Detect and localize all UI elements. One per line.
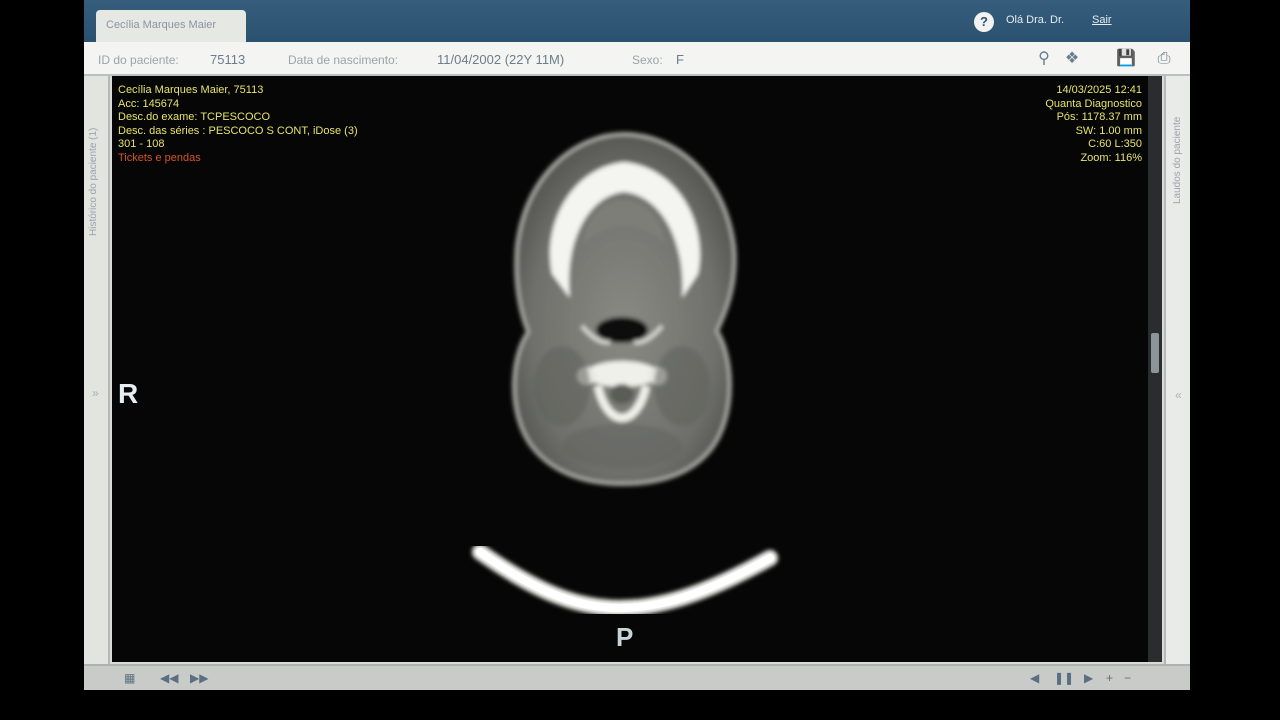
datetime-text: 14/03/2025 12:41: [1056, 84, 1142, 96]
first-slice-icon[interactable]: ◀: [1030, 671, 1039, 685]
search-icon[interactable]: ⚲: [1034, 49, 1054, 69]
next-series-icon[interactable]: ▶▶: [190, 671, 208, 685]
sex-value: F: [676, 52, 684, 67]
orientation-right-marker: R: [118, 378, 139, 409]
logout-link[interactable]: Sair: [1092, 14, 1112, 26]
slice-width-text: SW: 1.00 mm: [1075, 124, 1142, 137]
pause-icon[interactable]: ❚❚: [1054, 671, 1074, 685]
patient-info-bar: ID do paciente: 75113 Data de nascimento…: [84, 42, 1190, 76]
series-description-text: Desc. das séries : PESCOCO S CONT, iDose…: [118, 124, 358, 137]
patient-history-title: Histórico do paciente (1): [88, 127, 99, 236]
patient-id-value: 75113: [210, 52, 246, 67]
bottom-toolbar: ▦ ◀◀ ▶▶ ◀ ❚❚ ▶ + −: [84, 664, 1190, 690]
institution-text: Quanta Diagnostico: [1045, 97, 1142, 110]
window-level-text: C:60 L:350: [1088, 138, 1142, 151]
exam-info-overlay: Cecília Marques Maier, 75113 Acc: 145674…: [118, 84, 358, 166]
image-viewport[interactable]: Cecília Marques Maier, 75113 Acc: 145674…: [112, 76, 1148, 662]
patient-id-label: ID do paciente:: [98, 53, 179, 67]
zoom-text: Zoom: 116%: [1080, 151, 1142, 164]
grid-icon[interactable]: ▦: [124, 671, 135, 685]
patient-history-panel[interactable]: Histórico do paciente (1) »: [84, 76, 110, 664]
slice-scrollbar[interactable]: [1148, 76, 1162, 662]
sex-label: Sexo:: [632, 53, 663, 67]
speed-down-icon[interactable]: −: [1124, 671, 1131, 685]
help-icon[interactable]: ?: [974, 12, 994, 32]
position-text: Pós: 1178.37 mm: [1056, 111, 1142, 124]
top-bar: Cecília Marques Maier ? Olá Dra. Dr. Sai…: [84, 0, 1190, 42]
speed-up-icon[interactable]: +: [1106, 671, 1113, 685]
accession-text: Acc: 145674: [118, 97, 180, 110]
print-icon[interactable]: ⎙: [1154, 49, 1174, 69]
birthdate-label: Data de nascimento:: [288, 53, 399, 67]
fit-icon[interactable]: ❖: [1062, 49, 1082, 69]
image-index-text: 301 - 108: [118, 138, 165, 151]
patient-reports-panel[interactable]: Laudos do paciente «: [1164, 76, 1190, 664]
patient-reports-title: Laudos do paciente: [1172, 116, 1183, 204]
chevron-left-icon[interactable]: «: [1175, 388, 1182, 402]
user-greeting: Olá Dra. Dr.: [1006, 14, 1065, 26]
slice-scrollbar-thumb[interactable]: [1151, 333, 1159, 373]
chevron-right-icon[interactable]: »: [92, 386, 99, 400]
patient-tab[interactable]: Cecília Marques Maier: [96, 10, 246, 42]
save-icon[interactable]: 💾: [1116, 49, 1136, 69]
birthdate-value: 11/04/2002 (22Y 11M): [437, 52, 565, 67]
orientation-posterior-marker: P: [616, 622, 634, 652]
acquisition-info-overlay: 14/03/2025 12:41 Quanta Diagnostico Pós:…: [1045, 84, 1142, 166]
patient-name-text: Cecília Marques Maier, 75113: [118, 84, 264, 96]
exam-description-text: Desc.do exame: TCPESCOCO: [118, 111, 271, 124]
warning-text: Tickets e pendas: [118, 151, 201, 164]
play-icon[interactable]: ▶: [1084, 671, 1093, 685]
previous-series-icon[interactable]: ◀◀: [160, 671, 178, 685]
viewer-window: Cecília Marques Maier ? Olá Dra. Dr. Sai…: [84, 0, 1190, 690]
